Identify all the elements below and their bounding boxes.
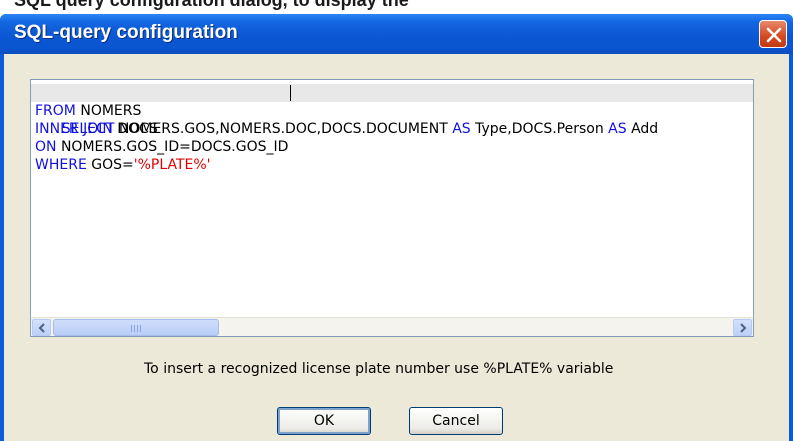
sql-text: DOCS.DOCUMENT (321, 121, 453, 137)
sql-text: DOCS (112, 121, 158, 137)
scroll-grip-icon (131, 325, 143, 332)
scroll-right-arrow-icon (740, 323, 747, 333)
background-window-strip: SQL query configuration dialog, to displ… (0, 0, 793, 14)
sql-text: Add (626, 121, 659, 137)
sql-keyword: FROM (35, 103, 76, 119)
background-window-title: SQL query configuration dialog, to displ… (14, 0, 409, 10)
scroll-right-button[interactable] (733, 319, 752, 336)
sql-keyword: AS (608, 121, 627, 137)
ok-button[interactable]: OK (277, 407, 371, 435)
horizontal-scrollbar[interactable] (30, 317, 754, 337)
cancel-button[interactable]: Cancel (409, 407, 503, 435)
sql-text: NOMERS (75, 103, 142, 119)
sql-keyword: INNER JOIN (35, 121, 113, 137)
editor-line-5: WHERE GOS='%PLATE%' (35, 156, 211, 174)
scroll-left-button[interactable] (32, 319, 51, 336)
editor-line-1: SELECT NOMERS.GOS,NOMERS.DOC,DOCS.DOCUME… (31, 84, 753, 137)
dialog-title: SQL-query configuration (14, 22, 238, 43)
close-x-icon (766, 27, 782, 43)
sql-string: '%PLATE%' (133, 157, 211, 173)
sql-query-editor[interactable]: SELECT NOMERS.GOS,NOMERS.DOC,DOCS.DOCUME… (30, 79, 754, 337)
sql-text: GOS= (86, 157, 134, 173)
sql-keyword: ON (35, 139, 57, 155)
editor-line-3: INNER JOIN DOCS (35, 120, 158, 138)
scroll-thumb[interactable] (53, 319, 219, 336)
close-button[interactable] (759, 20, 787, 48)
editor-line-4: ON NOMERS.GOS_ID=DOCS.GOS_ID (35, 138, 288, 156)
sql-keyword: WHERE (35, 157, 87, 173)
title-bar[interactable]: SQL-query configuration (0, 14, 793, 54)
scroll-left-arrow-icon (38, 323, 45, 333)
ok-button-label: OK (313, 413, 335, 429)
plate-variable-hint: To insert a recognized license plate num… (144, 361, 614, 377)
editor-line-2: FROM NOMERS (35, 102, 141, 120)
sql-text: NOMERS.GOS_ID=DOCS.GOS_ID (56, 139, 289, 155)
sql-text: Type,DOCS.Person (470, 121, 609, 137)
sql-query-dialog: SQL-query configuration SELECT NOMERS.GO… (0, 14, 793, 441)
dialog-client-area: SELECT NOMERS.GOS,NOMERS.DOC,DOCS.DOCUME… (4, 54, 789, 441)
sql-keyword: AS (452, 121, 471, 137)
text-caret (290, 85, 291, 101)
cancel-button-label: Cancel (432, 413, 480, 429)
